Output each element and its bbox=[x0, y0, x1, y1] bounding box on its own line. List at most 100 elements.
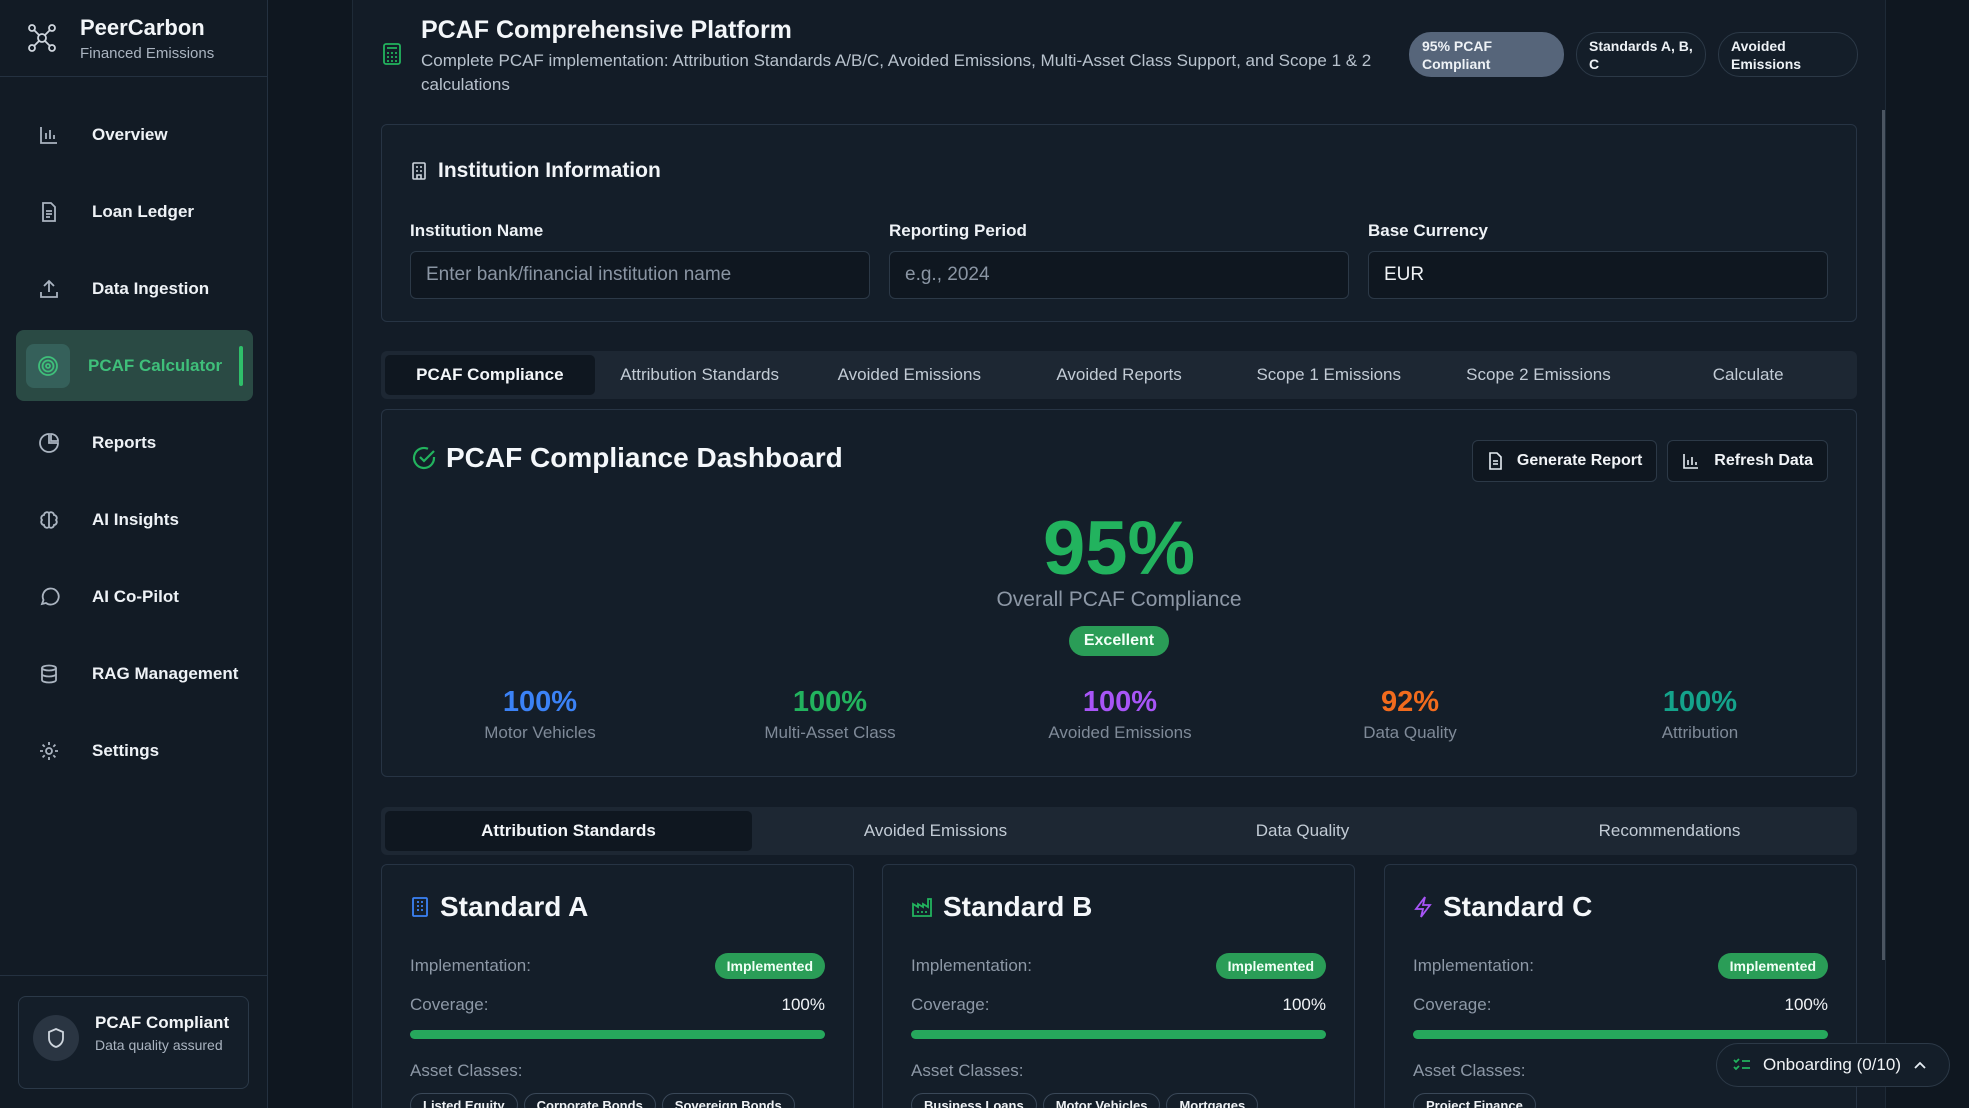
tab-avoided-emissions[interactable]: Avoided Emissions bbox=[804, 355, 1014, 395]
overall-compliance-value: 95% bbox=[1042, 506, 1196, 591]
coverage-progress-fill bbox=[1413, 1030, 1828, 1039]
sidebar-item-label: Settings bbox=[92, 740, 160, 760]
coverage-label: Coverage: bbox=[911, 995, 990, 1014]
document-icon bbox=[36, 199, 62, 225]
overall-compliance-label: Overall PCAF Compliance bbox=[996, 588, 1242, 611]
tab-avoided-reports[interactable]: Avoided Reports bbox=[1014, 355, 1224, 395]
implementation-row: Implementation: Implemented bbox=[410, 953, 825, 979]
subtab-attribution-standards[interactable]: Attribution Standards bbox=[385, 811, 752, 851]
subtab-avoided-emissions[interactable]: Avoided Emissions bbox=[752, 811, 1119, 851]
upload-icon bbox=[36, 276, 62, 302]
metric-data-quality: 92% Data Quality bbox=[1280, 686, 1540, 743]
metric-multi-asset-class: 100% Multi-Asset Class bbox=[700, 686, 960, 743]
sidebar-item-label: PCAF Calculator bbox=[88, 355, 223, 375]
database-icon bbox=[36, 661, 62, 687]
document-icon bbox=[1489, 452, 1502, 470]
base-currency-input[interactable] bbox=[1368, 251, 1828, 299]
asset-class-chips: Listed Equity Corporate Bonds Sovereign … bbox=[410, 1093, 795, 1108]
sidebar-item-loan-ledger[interactable]: Loan Ledger bbox=[16, 176, 253, 247]
sidebar-item-data-ingestion[interactable]: Data Ingestion bbox=[16, 253, 253, 324]
check-circle-icon bbox=[412, 446, 436, 470]
compliance-status-card: PCAF Compliant Data quality assured bbox=[18, 996, 249, 1089]
tab-pcaf-compliance[interactable]: PCAF Compliance bbox=[385, 355, 595, 395]
generate-report-button[interactable]: Generate Report bbox=[1471, 440, 1658, 482]
coverage-row: Coverage: 100% bbox=[1413, 995, 1828, 1015]
sidebar-nav: Overview Loan Ledger Data Ingestion PCAF… bbox=[0, 77, 267, 786]
sidebar-item-label: Reports bbox=[92, 432, 157, 452]
bar-chart-icon bbox=[1683, 454, 1699, 469]
subtab-data-quality[interactable]: Data Quality bbox=[1119, 811, 1486, 851]
base-currency-field-group: Base Currency bbox=[1368, 221, 1828, 299]
sidebar-item-label: RAG Management bbox=[92, 663, 239, 683]
institution-name-input[interactable] bbox=[410, 251, 870, 299]
scrollbar[interactable] bbox=[1882, 110, 1885, 960]
metric-label: Avoided Emissions bbox=[1048, 723, 1192, 742]
calculator-icon bbox=[383, 43, 401, 65]
brand-subtitle: Financed Emissions bbox=[80, 44, 215, 62]
subtab-recommendations[interactable]: Recommendations bbox=[1486, 811, 1853, 851]
implementation-label: Implementation: bbox=[410, 956, 531, 975]
metric-attribution: 100% Attribution bbox=[1570, 686, 1830, 743]
coverage-label: Coverage: bbox=[1413, 995, 1492, 1014]
sidebar-item-pcaf-calculator[interactable]: PCAF Calculator bbox=[16, 330, 253, 401]
institution-name-field-group: Institution Name bbox=[410, 221, 870, 299]
checklist-icon bbox=[1733, 1058, 1750, 1071]
standard-title-text: Standard A bbox=[440, 891, 589, 922]
sidebar-item-label: AI Co-Pilot bbox=[92, 586, 179, 606]
brand[interactable]: PeerCarbon Financed Emissions bbox=[0, 0, 267, 77]
dashboard-title-text: PCAF Compliance Dashboard bbox=[446, 442, 843, 473]
institution-info-card: Institution Information Institution Name… bbox=[381, 124, 1857, 322]
chat-icon bbox=[36, 584, 62, 610]
sidebar-item-overview[interactable]: Overview bbox=[16, 99, 253, 170]
tab-attribution-standards[interactable]: Attribution Standards bbox=[595, 355, 805, 395]
coverage-row: Coverage: 100% bbox=[911, 995, 1326, 1015]
factory-icon bbox=[912, 898, 932, 917]
institution-info-label: Institution Information bbox=[438, 159, 661, 182]
standard-b-card: Standard B Implementation: Implemented C… bbox=[882, 864, 1355, 1108]
brain-icon bbox=[36, 507, 62, 533]
standards-badge: Standards A, B, C bbox=[1576, 32, 1706, 77]
sidebar-footer: PCAF Compliant Data quality assured bbox=[0, 975, 268, 1108]
lightning-icon bbox=[1414, 896, 1432, 918]
sidebar-item-ai-insights[interactable]: AI Insights bbox=[16, 484, 253, 555]
rating-badge: Excellent bbox=[1069, 626, 1169, 656]
tab-scope-2-emissions[interactable]: Scope 2 Emissions bbox=[1434, 355, 1644, 395]
asset-chip: Mortgages bbox=[1166, 1093, 1259, 1108]
compliance-badge: 95% PCAF Compliant bbox=[1409, 32, 1564, 77]
shield-icon bbox=[33, 1015, 79, 1061]
bar-chart-icon bbox=[36, 122, 62, 148]
generate-report-label: Generate Report bbox=[1516, 452, 1643, 469]
metric-value: 100% bbox=[1082, 686, 1158, 718]
coverage-value: 100% bbox=[1784, 995, 1828, 1014]
metric-label: Motor Vehicles bbox=[484, 723, 596, 742]
implementation-label: Implementation: bbox=[1413, 956, 1534, 975]
sidebar-item-reports[interactable]: Reports bbox=[16, 407, 253, 478]
reporting-period-input[interactable] bbox=[889, 251, 1349, 299]
reporting-period-field-group: Reporting Period bbox=[889, 221, 1349, 299]
main-tab-bar: PCAF Compliance Attribution Standards Av… bbox=[381, 351, 1857, 399]
refresh-data-button[interactable]: Refresh Data bbox=[1667, 440, 1828, 482]
tab-calculate[interactable]: Calculate bbox=[1643, 355, 1853, 395]
asset-chip: Listed Equity bbox=[410, 1093, 518, 1108]
target-icon bbox=[26, 343, 70, 388]
asset-chip: Corporate Bonds bbox=[523, 1093, 656, 1108]
asset-chip: Sovereign Bonds bbox=[661, 1093, 795, 1108]
coverage-progress-fill bbox=[410, 1030, 825, 1039]
tab-scope-1-emissions[interactable]: Scope 1 Emissions bbox=[1224, 355, 1434, 395]
sidebar-item-settings[interactable]: Settings bbox=[16, 715, 253, 786]
asset-classes-label: Asset Classes: bbox=[911, 1061, 1024, 1080]
institution-info-title: Institution Information bbox=[410, 159, 661, 183]
onboarding-button[interactable]: Onboarding (0/10) bbox=[1716, 1043, 1950, 1087]
sidebar-item-ai-co-pilot[interactable]: AI Co-Pilot bbox=[16, 561, 253, 632]
sidebar-item-label: Data Ingestion bbox=[92, 278, 210, 298]
dashboard-actions: Generate Report Refresh Data bbox=[1471, 440, 1828, 482]
coverage-progress-fill bbox=[911, 1030, 1326, 1039]
page-header: PCAF Comprehensive Platform Complete PCA… bbox=[382, 14, 1858, 94]
sidebar-item-label: AI Insights bbox=[92, 509, 179, 529]
metric-value: 92% bbox=[1380, 686, 1440, 718]
coverage-value: 100% bbox=[781, 995, 825, 1014]
sidebar-item-rag-management[interactable]: RAG Management bbox=[16, 638, 253, 709]
coverage-progress-bar bbox=[410, 1030, 825, 1039]
implemented-badge: Implemented bbox=[1215, 953, 1326, 979]
network-logo-icon bbox=[28, 24, 56, 52]
